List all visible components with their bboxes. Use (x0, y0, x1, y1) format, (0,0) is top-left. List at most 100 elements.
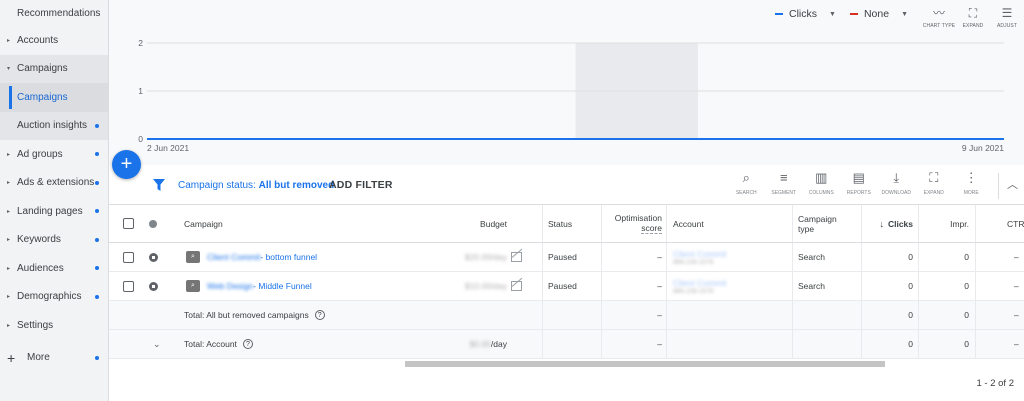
metric2-selector[interactable]: None ▼ (849, 8, 908, 20)
more-button[interactable]: ⋮ MORE (953, 169, 991, 196)
horizontal-scrollbar[interactable] (405, 361, 885, 367)
filter-bar: Campaign status: All but removed ADD FIL… (109, 165, 1024, 205)
metric1-selector[interactable]: Clicks ▼ (775, 8, 836, 20)
account-name-blurred: Client Commit (673, 277, 727, 288)
more-label: MORE (963, 190, 979, 196)
row-select-cell (123, 243, 134, 271)
columns-label: COLUMNS (808, 190, 834, 196)
column-divider (542, 330, 543, 358)
campaign-name-blurred[interactable]: Web Design (207, 281, 253, 291)
column-divider (542, 301, 543, 329)
caret-right-icon: ▸ (7, 180, 11, 187)
status-header[interactable]: Status (548, 205, 572, 242)
help-icon[interactable]: ? (242, 339, 253, 349)
chevron-down-icon[interactable]: ⌄ (153, 330, 161, 358)
budget-chart-icon (511, 281, 522, 291)
columns-button[interactable]: ▥ COLUMNS (803, 169, 841, 196)
sort-descending-icon: ↓ (879, 218, 884, 229)
row-checkbox[interactable] (123, 280, 134, 292)
sidebar-item-label: Accounts (17, 34, 59, 46)
chart-type-button[interactable]: 〰 CHART TYPE (922, 5, 956, 29)
help-icon[interactable]: ? (314, 310, 325, 320)
download-label: DOWNLOAD (881, 190, 911, 196)
plus-icon: + (7, 349, 16, 366)
account-header[interactable]: Account (673, 205, 704, 242)
row-checkbox[interactable] (123, 251, 134, 263)
paused-status-icon[interactable] (149, 252, 158, 262)
budget-cell: $0.00/day (409, 330, 507, 358)
sidebar-item-accounts[interactable]: ▸ Accounts (0, 26, 108, 55)
sidebar-item-label: Auction insights (17, 120, 88, 132)
budget-cell[interactable]: $20.00/day (409, 243, 522, 271)
budget-cell[interactable]: $10.00/day (409, 272, 522, 300)
column-divider (792, 205, 793, 242)
sidebar-item-more[interactable]: + More (0, 344, 108, 373)
total-label: Total: All but removed campaigns ? (184, 301, 325, 329)
account-cell[interactable]: Client Commit 866-239-1576 (673, 272, 726, 300)
chart-type-icon: 〰 (932, 6, 945, 20)
campaign-type-cell: Search (798, 252, 825, 262)
sidebar-item-auction-insights[interactable]: Auction insights (0, 111, 108, 140)
segment-button[interactable]: ≡ SEGMENT (765, 169, 803, 196)
column-divider (542, 205, 543, 242)
download-button[interactable]: ⤓ DOWNLOAD (878, 169, 916, 196)
toolbar-divider (998, 173, 999, 199)
optimisation-score-cell: – (657, 310, 662, 320)
select-all-checkbox[interactable] (123, 218, 134, 229)
campaign-name-suffix[interactable]: - Middle Funnel (253, 281, 312, 291)
caret-right-icon: ▸ (7, 265, 11, 272)
sidebar-item-ads-extensions[interactable]: ▸ Ads & extensions (0, 169, 108, 198)
search-button[interactable]: ⌕ SEARCH (728, 169, 766, 196)
column-divider (792, 272, 793, 300)
reports-button[interactable]: ▤ REPORTS (840, 169, 878, 196)
clicks-header-label: Clicks (887, 218, 913, 229)
clicks-header[interactable]: ↓ Clicks (861, 205, 913, 242)
x-tick-label: 9 Jun 2021 (962, 143, 1004, 153)
sidebar-item-landing-pages[interactable]: ▸ Landing pages (0, 197, 108, 226)
ctr-header[interactable]: CTR (1007, 205, 1024, 242)
ctr-cell: – (1014, 310, 1019, 320)
expand-icon: ⛶ (929, 170, 939, 185)
chart-adjust-button[interactable]: ☰ ADJUST (990, 5, 1024, 29)
campaign-cell: ⌕ Web Design - Middle Funnel (186, 272, 312, 300)
column-divider (792, 330, 793, 358)
optimisation-score-header[interactable]: Optimisation score (601, 205, 662, 242)
status-column-icon[interactable] (149, 219, 157, 228)
column-divider (792, 243, 793, 271)
chart-expand-button[interactable]: ⛶ EXPAND (956, 5, 990, 29)
table-expand-button[interactable]: ⛶ EXPAND (915, 169, 953, 196)
caret-right-icon: ▸ (7, 151, 11, 158)
sidebar-item-demographics[interactable]: ▸ Demographics (0, 283, 108, 312)
campaign-header[interactable]: Campaign (184, 205, 223, 242)
campaign-type-header[interactable]: Campaign type (798, 205, 837, 242)
column-divider (975, 243, 976, 271)
sidebar-item-ad-groups[interactable]: ▸ Ad groups (0, 140, 108, 169)
impr-cell: 0 (964, 252, 969, 262)
sidebar-item-campaigns[interactable]: Campaigns (0, 83, 108, 112)
sidebar-item-recommendations[interactable]: Recommendations (0, 0, 108, 26)
expand-label: EXPAND (962, 23, 984, 29)
account-cell[interactable]: Client Commit 866-239-1576 (673, 243, 726, 271)
sidebar-item-audiences[interactable]: ▸ Audiences (0, 254, 108, 283)
sidebar-item-label: Settings (17, 319, 54, 331)
sidebar-item-campaigns-group[interactable]: ▾ Campaigns (0, 54, 108, 83)
impr-cell: 0 (964, 339, 969, 349)
expand-label: EXPAND (923, 190, 944, 196)
sidebar-item-settings[interactable]: ▸ Settings (0, 311, 108, 340)
campaign-name-suffix[interactable]: - bottom funnel (260, 252, 317, 262)
paused-status-icon[interactable] (149, 281, 158, 291)
budget-header[interactable]: Budget (409, 205, 507, 242)
sidebar-item-keywords[interactable]: ▸ Keywords (0, 226, 108, 255)
budget-value-blurred: $0.00 (469, 339, 491, 349)
account-name-blurred: Client Commit (673, 248, 727, 259)
chevron-up-icon[interactable]: ︿ (1007, 176, 1018, 192)
active-filter-chip[interactable]: Campaign status: All but removed (178, 180, 334, 191)
performance-chart: 0 1 2 2 Jun 2021 9 Jun 2021 Clicks ▼ None ▼ … (109, 0, 1024, 165)
filter-icon[interactable] (153, 179, 165, 191)
impr-header[interactable]: Impr. (918, 205, 969, 242)
filter-prefix: Campaign status: (178, 180, 259, 191)
clicks-cell: 0 (908, 281, 913, 291)
y-tick-label: 1 (138, 86, 143, 96)
campaign-name-blurred[interactable]: Client Commit (207, 252, 260, 262)
add-filter-button[interactable]: ADD FILTER (329, 179, 393, 191)
